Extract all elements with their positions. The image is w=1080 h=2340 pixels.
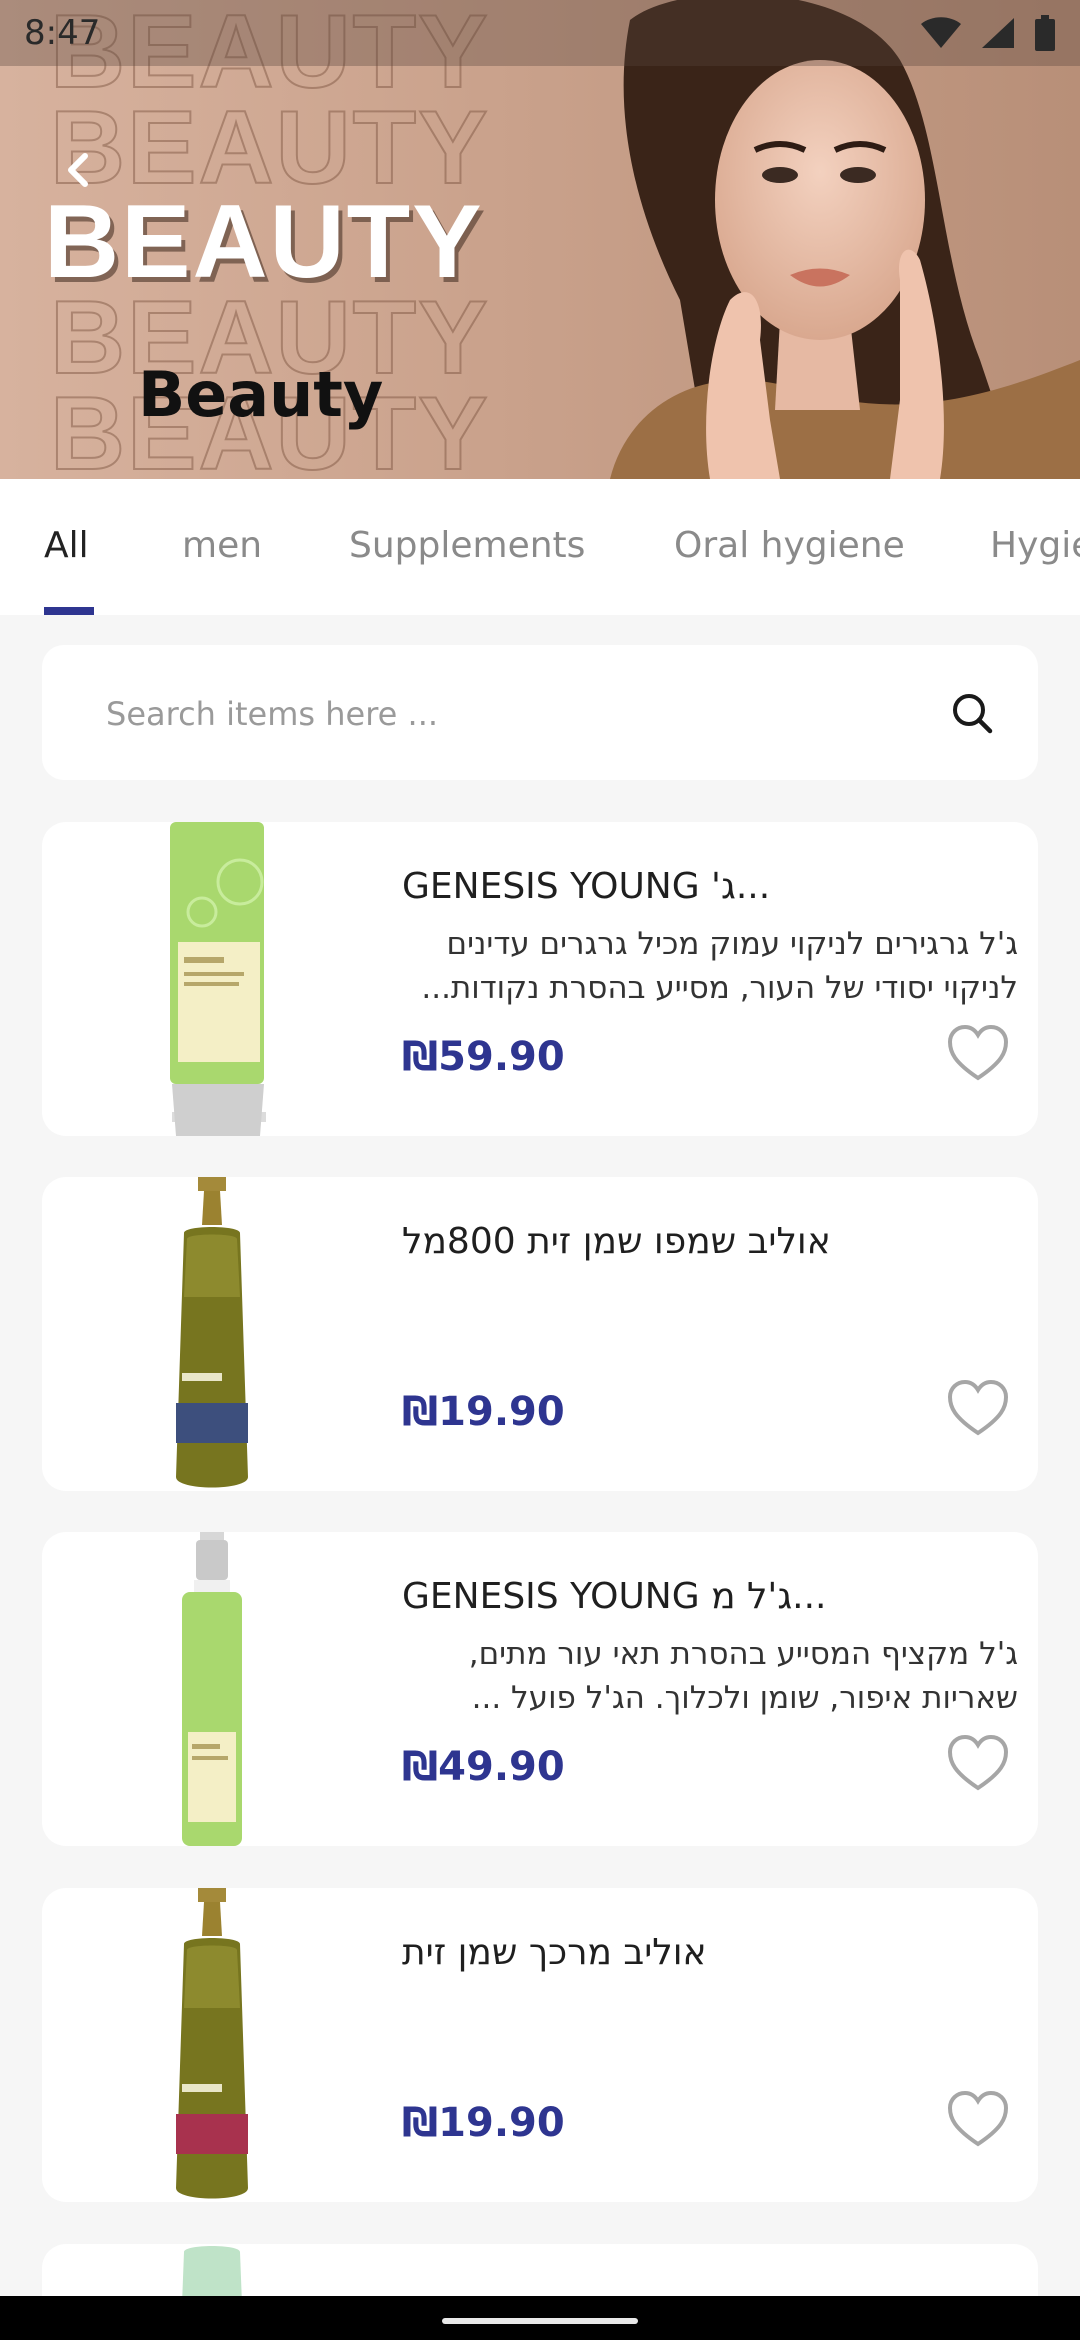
- product-title: GENESIS YOUNG ג'ל מ...: [402, 1576, 827, 1617]
- product-card[interactable]: GENESIS YOUNG 'ג... ג'ל גרגירים לניקוי ע…: [42, 822, 1038, 1136]
- chevron-left-icon: [68, 153, 88, 187]
- product-title: אוליב מרכך שמן זית: [402, 1932, 707, 1973]
- heart-icon[interactable]: [946, 1379, 1010, 1439]
- page-title: Beauty: [138, 358, 384, 431]
- product-title: אוליב שמפו שמן זית 800מל: [402, 1221, 831, 1262]
- product-card[interactable]: אוליב מרכך שמן זית ₪19.90: [42, 1888, 1038, 2202]
- tab-men[interactable]: men: [182, 525, 262, 566]
- product-price: ₪49.90: [402, 1744, 565, 1790]
- search-icon[interactable]: [948, 689, 996, 737]
- product-price: ₪19.90: [402, 1389, 565, 1435]
- category-hero-banner: BEAUTY BEAUTY BEAUTY BEAUTY BEAUTY Beaut…: [0, 0, 1080, 479]
- battery-icon: [1035, 15, 1055, 51]
- wifi-icon: [921, 17, 961, 48]
- category-tabs: All men Supplements Oral hygiene Hygie: [0, 479, 1080, 615]
- back-button[interactable]: [48, 140, 108, 200]
- heart-icon[interactable]: [946, 2090, 1010, 2150]
- search-bar: [42, 645, 1038, 782]
- product-image-olive-conditioner: [176, 1888, 248, 2199]
- home-gesture-handle[interactable]: [442, 2318, 638, 2324]
- product-card[interactable]: GENESIS YOUNG ג'ל מ... ג'ל מקציף המסייע …: [42, 1532, 1038, 1846]
- status-icons: [920, 15, 1056, 51]
- product-price: ₪19.90: [402, 2100, 565, 2146]
- status-bar: 8:47: [0, 0, 1080, 66]
- tab-all[interactable]: All: [44, 525, 89, 566]
- product-description: ג'ל מקציף המסייע בהסרת תאי עור מתים, שאר…: [468, 1636, 1018, 1716]
- product-price: ₪59.90: [402, 1034, 565, 1080]
- status-time: 8:47: [24, 13, 101, 53]
- product-image-partial: [182, 2246, 242, 2304]
- heart-icon[interactable]: [946, 1024, 1010, 1084]
- product-card[interactable]: אוליב שמפו שמן זית 800מל ₪19.90: [42, 1177, 1038, 1491]
- tab-hygiene[interactable]: Hygie: [990, 525, 1080, 566]
- heart-icon[interactable]: [946, 1734, 1010, 1794]
- product-title: GENESIS YOUNG 'ג...: [402, 866, 771, 907]
- tab-oral-hygiene[interactable]: Oral hygiene: [674, 525, 905, 566]
- cellular-signal-icon: [982, 18, 1014, 48]
- system-navigation-bar: [0, 2296, 1080, 2340]
- product-image-gel-bottle: [182, 1532, 242, 1846]
- active-tab-indicator: [44, 607, 94, 615]
- product-image-olive-bottle: [176, 1177, 248, 1488]
- product-card-partial[interactable]: [42, 2244, 1038, 2304]
- product-image-gel-tube: [170, 822, 266, 1136]
- tab-supplements[interactable]: Supplements: [349, 525, 585, 566]
- model-photo: [610, 0, 1080, 479]
- search-input[interactable]: [104, 645, 928, 782]
- product-description: ג'ל גרגירים לניקוי עמוק מכיל גרגרים עדינ…: [421, 926, 1018, 1006]
